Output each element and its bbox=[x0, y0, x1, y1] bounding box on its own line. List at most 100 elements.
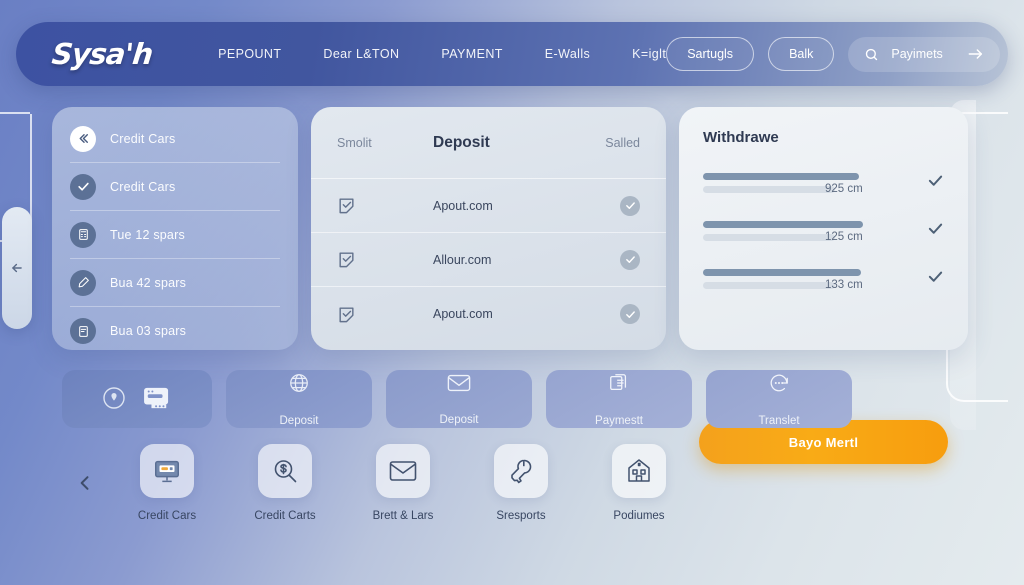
arrow-left-icon bbox=[12, 263, 22, 273]
envelope-icon bbox=[447, 373, 471, 396]
withdraw-value: 133 cm bbox=[825, 279, 863, 291]
table-row[interactable]: Apout.com bbox=[311, 179, 666, 233]
progress-group bbox=[703, 269, 903, 289]
bottom-item-4[interactable]: Podiumes bbox=[580, 444, 698, 522]
check-circle-icon bbox=[620, 249, 640, 270]
bank-button[interactable]: Balk bbox=[768, 37, 835, 71]
list-item[interactable]: Tue 12 spars bbox=[70, 211, 280, 259]
row-checkbox[interactable] bbox=[337, 305, 433, 324]
row-checkbox[interactable] bbox=[337, 250, 433, 269]
table-row[interactable]: Allour.com bbox=[311, 233, 666, 287]
list-item-badge bbox=[70, 173, 96, 200]
panel-title: Withdrawe bbox=[703, 129, 779, 146]
list-item-label: Credit Cars bbox=[110, 131, 176, 146]
building-icon bbox=[612, 444, 666, 498]
bottom-item-2[interactable]: Brett & Lars bbox=[344, 444, 462, 522]
row-check bbox=[927, 220, 944, 242]
column-header-3: Salled bbox=[605, 135, 640, 150]
tile-label: Deposit bbox=[439, 413, 479, 426]
pen-icon bbox=[78, 277, 89, 288]
bottom-item-label: Brett & Lars bbox=[372, 510, 434, 522]
check-icon bbox=[928, 271, 943, 282]
search-icon bbox=[866, 48, 878, 60]
list-item-label: Credit Cars bbox=[110, 179, 176, 194]
checkbox-check-icon bbox=[339, 306, 354, 322]
logo[interactable]: Sysa'h bbox=[50, 37, 154, 71]
table-row[interactable]: Apout.com bbox=[311, 287, 666, 341]
bottom-item-0[interactable]: Credit Cars bbox=[108, 444, 226, 522]
list-item[interactable]: Bua 03 spars bbox=[70, 307, 280, 355]
list-item[interactable]: Credit Cars bbox=[70, 115, 280, 163]
nav-item-4[interactable]: K=iglt bbox=[632, 47, 666, 61]
withdraw-value: 925 cm bbox=[825, 183, 863, 195]
bottom-item-1[interactable]: Credit Carts bbox=[226, 444, 344, 522]
location-pin-icon bbox=[102, 386, 126, 413]
left-edge-handle[interactable] bbox=[2, 207, 32, 329]
wrench-icon bbox=[494, 444, 548, 498]
bottom-icon-row: Credit Cars Credit Carts Brett & Lars Sr… bbox=[62, 444, 698, 522]
row-name: Apout.com bbox=[433, 198, 493, 213]
row-name: Allour.com bbox=[433, 252, 492, 267]
row-check bbox=[927, 268, 944, 290]
nav-item-2[interactable]: PAYMENT bbox=[441, 47, 502, 61]
progress-group bbox=[703, 173, 903, 193]
withdraw-row: 133 cm bbox=[703, 268, 944, 291]
book-icon bbox=[78, 325, 88, 337]
withdraw-row: 925 cm bbox=[703, 172, 944, 195]
list-item[interactable]: Bua 42 spars bbox=[70, 259, 280, 307]
envelope-icon bbox=[376, 444, 430, 498]
tile-payment-docs[interactable]: Paymestt bbox=[546, 370, 692, 428]
chevron-left-icon bbox=[80, 476, 89, 490]
right-panel: Withdrawe 925 cm 125 cm 133 cm bbox=[679, 107, 968, 350]
check-icon bbox=[77, 182, 89, 191]
search-label: Payimets bbox=[891, 47, 943, 61]
bottom-item-label: Credit Cars bbox=[137, 510, 197, 522]
checkbox-check-icon bbox=[339, 198, 354, 214]
check-circle-icon bbox=[620, 195, 640, 216]
double-chevron-left-icon bbox=[79, 134, 88, 143]
tile-deposit-mail[interactable]: Deposit bbox=[386, 370, 532, 428]
card-window-icon bbox=[142, 386, 172, 413]
bottom-item-3[interactable]: Sresports bbox=[462, 444, 580, 522]
globe-icon bbox=[288, 372, 310, 397]
list-item[interactable]: Credit Cars bbox=[70, 163, 280, 211]
table-header: Smolit Deposit Salled bbox=[311, 107, 666, 179]
list-item-label: Tue 12 spars bbox=[110, 227, 185, 242]
progress-bar-track bbox=[703, 282, 835, 289]
bottom-item-label: Credit Carts bbox=[254, 510, 316, 522]
row-status bbox=[614, 195, 640, 216]
monitor-card-icon bbox=[140, 444, 194, 498]
bottom-item-label: Podiumes bbox=[613, 510, 665, 522]
search-button[interactable]: Payimets bbox=[848, 36, 1001, 72]
progress-bar-filled bbox=[703, 269, 861, 276]
tile-deposit-globe[interactable]: Deposit bbox=[226, 370, 372, 428]
nav-item-1[interactable]: Dear L&TON bbox=[323, 47, 399, 61]
row-status bbox=[614, 249, 640, 270]
progress-bar-track bbox=[703, 234, 835, 241]
tile-transfer[interactable]: Translet bbox=[706, 370, 852, 428]
signup-button[interactable]: Sartugls bbox=[666, 37, 755, 71]
calculator-icon bbox=[78, 229, 88, 240]
progress-bar-filled bbox=[703, 173, 859, 180]
main-nav: PEPOUNT Dear L&TON PAYMENT E-Walls K=igl… bbox=[218, 47, 666, 61]
list-item-badge bbox=[70, 125, 96, 152]
progress-bar-track bbox=[703, 186, 835, 193]
check-icon bbox=[928, 175, 943, 186]
tile-card[interactable] bbox=[62, 370, 212, 428]
carousel-back-button[interactable] bbox=[62, 444, 108, 522]
nav-item-0[interactable]: PEPOUNT bbox=[218, 47, 281, 61]
row-check bbox=[927, 172, 944, 194]
tile-row: Deposit Deposit Paymestt Translet bbox=[62, 370, 852, 428]
nav-item-3[interactable]: E-Walls bbox=[545, 47, 590, 61]
withdraw-row: 125 cm bbox=[703, 220, 944, 243]
tile-label: Deposit bbox=[279, 414, 319, 427]
document-copy-icon bbox=[608, 372, 630, 397]
row-checkbox[interactable] bbox=[337, 196, 433, 215]
withdraw-value: 125 cm bbox=[825, 231, 863, 243]
list-item-label: Bua 03 spars bbox=[110, 324, 187, 338]
bottom-item-label: Sresports bbox=[496, 510, 546, 522]
check-icon bbox=[928, 223, 943, 234]
list-item-badge bbox=[70, 318, 96, 344]
dollar-search-icon bbox=[258, 444, 312, 498]
header-actions: Sartugls Balk Payimets bbox=[666, 36, 1001, 72]
